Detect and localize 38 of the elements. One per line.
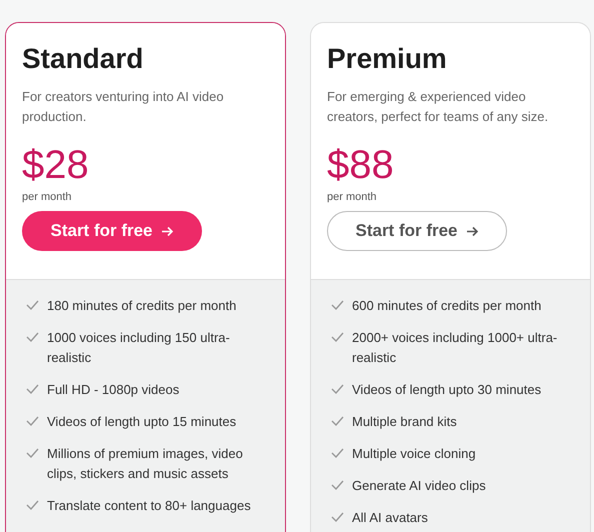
plan-price: $88: [327, 142, 395, 189]
plan-description: For emerging & experienced video creators, perfect for teams of any size.: [327, 88, 550, 126]
feature-text: Multiple brand kits: [352, 413, 457, 431]
check-icon: [331, 512, 344, 522]
plan-description: For creators venturing into AI video production.: [22, 88, 225, 126]
check-icon: [331, 480, 344, 490]
feature-text: All AI avatars: [352, 509, 428, 527]
feature-text: Translate content to 80+ languages: [47, 497, 251, 515]
feature-text: 180 minutes of credits per month: [47, 297, 236, 315]
arrow-icon: [466, 224, 479, 238]
feature-text: 1000 voices including 150 ultra-realistic: [47, 329, 231, 367]
feature-text: 2000+ voices including 1000+ ultra-realistic: [352, 329, 558, 367]
price-period: per month: [327, 191, 378, 203]
feature-text: Generate AI video clips: [352, 477, 486, 495]
start-button[interactable]: Start for free: [327, 211, 507, 251]
start-button[interactable]: Start for free: [22, 211, 202, 251]
plan-title: Standard: [22, 43, 144, 75]
check-icon: [331, 448, 344, 458]
check-icon: [26, 300, 39, 310]
check-icon: [26, 448, 39, 458]
check-icon: [331, 384, 344, 394]
check-icon: [331, 416, 344, 426]
check-icon: [26, 332, 39, 342]
feature-text: Full HD - 1080p videos: [47, 381, 180, 399]
check-icon: [26, 500, 39, 510]
check-icon: [26, 384, 39, 394]
check-icon: [331, 300, 344, 310]
feature-text: Videos of length upto 15 minutes: [47, 413, 236, 431]
feature-text: Multiple voice cloning: [352, 445, 476, 463]
plan-title: Premium: [327, 43, 448, 75]
check-icon: [26, 416, 39, 426]
price-period: per month: [22, 191, 73, 203]
check-icon: [331, 332, 344, 342]
feature-text: 600 minutes of credits per month: [352, 297, 542, 315]
plan-price: $28: [22, 142, 90, 189]
feature-text: Millions of premium images, video clips, stickers and music assets: [47, 445, 244, 483]
feature-text: Videos of length upto 30 minutes: [352, 381, 542, 399]
arrow-icon: [160, 224, 174, 238]
